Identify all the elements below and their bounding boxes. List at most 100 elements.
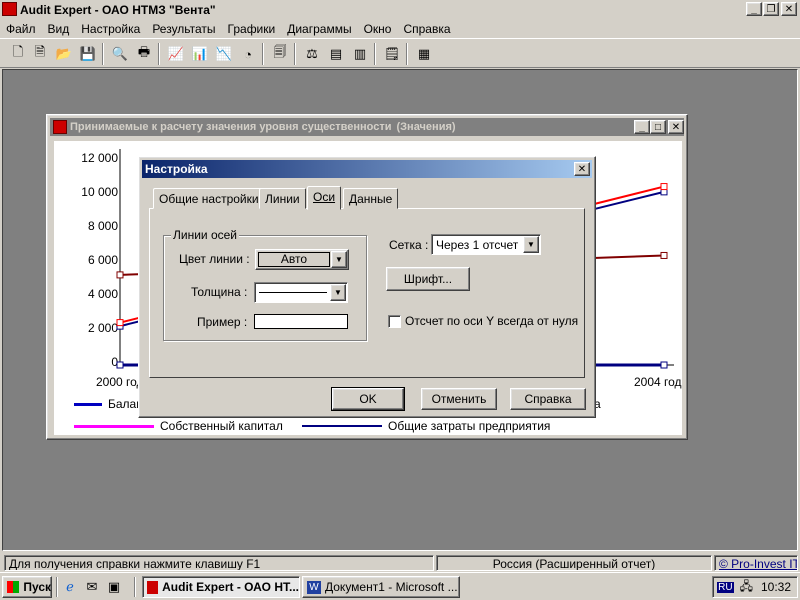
system-tray: RU 🖧 10:32 — [712, 576, 798, 598]
chart-minimize-button[interactable]: _ — [634, 120, 650, 134]
chevron-down-icon[interactable]: ▼ — [523, 236, 539, 253]
font-button[interactable]: Шрифт... — [386, 267, 470, 291]
grid-label: Сетка : — [389, 238, 429, 252]
app-title-bar: Audit Expert - ОАО НТМЗ "Вента" _ ❐ ✕ — [0, 0, 800, 19]
status-region: Россия (Расширенный отчет) — [436, 555, 712, 571]
network-icon[interactable]: 🖧 — [740, 577, 753, 598]
settings-dialog: Настройка ✕ Общие настройки Линии Оси Да… — [138, 156, 596, 418]
chevron-down-icon[interactable]: ▼ — [331, 251, 347, 268]
quicklaunch-separator — [56, 577, 58, 597]
app-title: Audit Expert - ОАО НТМЗ "Вента" — [20, 2, 216, 17]
ok-button[interactable]: OK — [331, 387, 405, 411]
table-chart-icon[interactable]: 📊 — [190, 44, 210, 64]
legend-line — [302, 425, 382, 427]
open-folder-icon[interactable]: 📂 — [54, 44, 74, 64]
task-label: Документ1 - Microsoft ... — [325, 580, 458, 594]
legend-label: Собственный капитал — [160, 419, 283, 433]
legend-line — [74, 424, 154, 428]
status-hint: Для получения справки нажмите клавишу F1 — [4, 555, 434, 571]
outlook-icon[interactable]: ✉ — [82, 577, 102, 597]
line-color-value: Авто — [258, 252, 330, 267]
language-indicator[interactable]: RU — [717, 581, 734, 593]
line-color-label: Цвет линии : — [179, 252, 250, 266]
menu-view[interactable]: Вид — [42, 22, 76, 36]
chart-window-icon — [53, 120, 67, 134]
dialog-close-button[interactable]: ✕ — [574, 162, 590, 176]
cancel-button[interactable]: Отменить — [421, 388, 497, 410]
legend-item: Собственный капитал — [74, 419, 283, 433]
new-wizard-icon[interactable]: 🗎 — [30, 44, 50, 64]
task-label: Audit Expert - ОАО НТ... — [162, 580, 299, 594]
tab-lines[interactable]: Линии — [259, 188, 306, 209]
status-copyright[interactable]: © Pro-Invest IT — [714, 555, 798, 571]
menu-settings[interactable]: Настройка — [75, 22, 146, 36]
chevron-down-icon[interactable]: ▼ — [330, 284, 346, 301]
documents-icon[interactable]: 🗐 — [270, 44, 290, 64]
y-axis-zero-label: Отсчет по оси Y всегда от нуля — [405, 314, 579, 328]
restore-button[interactable]: ❐ — [763, 2, 779, 16]
new-document-icon[interactable]: 🗋 — [8, 44, 28, 64]
menu-file[interactable]: Файл — [0, 22, 42, 36]
line-sample-preview — [254, 314, 348, 329]
ie-icon[interactable]: ℯ — [60, 577, 80, 597]
scales-icon[interactable]: ⚖ — [302, 44, 322, 64]
area-chart-icon[interactable]: 📉 — [214, 44, 234, 64]
menu-graphs[interactable]: Графики — [222, 22, 282, 36]
thickness-label: Толщина : — [191, 285, 248, 299]
close-button[interactable]: ✕ — [781, 2, 797, 16]
toolbar-separator — [406, 43, 408, 65]
windows-logo-icon — [7, 581, 20, 593]
audit-expert-icon — [147, 580, 159, 594]
chart-window-icon[interactable]: 📈 — [166, 44, 186, 64]
menu-diagrams[interactable]: Диаграммы — [281, 22, 357, 36]
task-word-document[interactable]: W Документ1 - Microsoft ... — [302, 576, 460, 598]
grid-value: Через 1 отсчет — [436, 238, 519, 252]
desktop-icon[interactable]: ▣ — [104, 577, 124, 597]
help-button[interactable]: Справка — [510, 388, 586, 410]
quicklaunch-separator — [134, 577, 136, 597]
start-button[interactable]: Пуск — [2, 576, 52, 598]
toolbar: 🗋 🗎 📂 💾 🔍 🖶 📈 📊 📉 ◔ 🗐 ⚖ ▤ ▥ 🗒 ▦ — [0, 38, 800, 68]
thickness-sample-line — [259, 292, 327, 293]
report-icon[interactable]: ▤ — [326, 44, 346, 64]
tab-general[interactable]: Общие настройки — [153, 188, 265, 209]
menu-help[interactable]: Справка — [397, 22, 456, 36]
save-icon[interactable]: 💾 — [78, 44, 98, 64]
line-color-select[interactable]: Авто ▼ — [255, 249, 349, 270]
menu-window[interactable]: Окно — [358, 22, 398, 36]
calculator-icon[interactable]: ▦ — [414, 44, 434, 64]
clock[interactable]: 10:32 — [761, 580, 791, 594]
data-point — [116, 271, 124, 279]
start-label: Пуск — [23, 580, 51, 594]
chart-window-title: Принимаемые к расчету значения уровня су… — [70, 121, 392, 133]
toolbar-separator — [102, 43, 104, 65]
tab-data[interactable]: Данные — [343, 188, 399, 209]
data-point — [116, 319, 124, 327]
toolbar-separator — [262, 43, 264, 65]
journal-icon[interactable]: ▥ — [350, 44, 370, 64]
pie-chart-icon[interactable]: ◔ — [238, 44, 258, 64]
group-title: Линии осей — [171, 228, 239, 242]
chart-close-button[interactable]: ✕ — [668, 120, 684, 134]
toolbar-separator — [158, 43, 160, 65]
dialog-title: Настройка — [145, 162, 208, 176]
data-point — [116, 361, 124, 369]
data-point — [660, 361, 668, 369]
print-preview-icon[interactable]: 🔍 — [110, 44, 130, 64]
legend-label: Общие затраты предприятия — [388, 419, 551, 433]
minimize-button[interactable]: _ — [746, 2, 762, 16]
task-audit-expert[interactable]: Audit Expert - ОАО НТ... — [142, 576, 300, 598]
thickness-select[interactable]: ▼ — [254, 282, 348, 303]
chart-window-title-bar: Принимаемые к расчету значения уровня су… — [50, 118, 684, 136]
grid-select[interactable]: Через 1 отсчет ▼ — [431, 234, 541, 255]
page-icon[interactable]: 🗒 — [382, 44, 402, 64]
chart-window-subtitle: (Значения) — [396, 121, 456, 133]
toolbar-separator — [294, 43, 296, 65]
print-icon[interactable]: 🖶 — [134, 44, 154, 64]
chart-maximize-button[interactable]: □ — [650, 120, 666, 134]
legend-item: Общие затраты предприятия — [302, 419, 550, 433]
y-axis-zero-checkbox[interactable] — [388, 315, 401, 328]
menu-results[interactable]: Результаты — [146, 22, 221, 36]
tab-axes[interactable]: Оси — [307, 186, 342, 210]
data-point — [660, 183, 668, 191]
